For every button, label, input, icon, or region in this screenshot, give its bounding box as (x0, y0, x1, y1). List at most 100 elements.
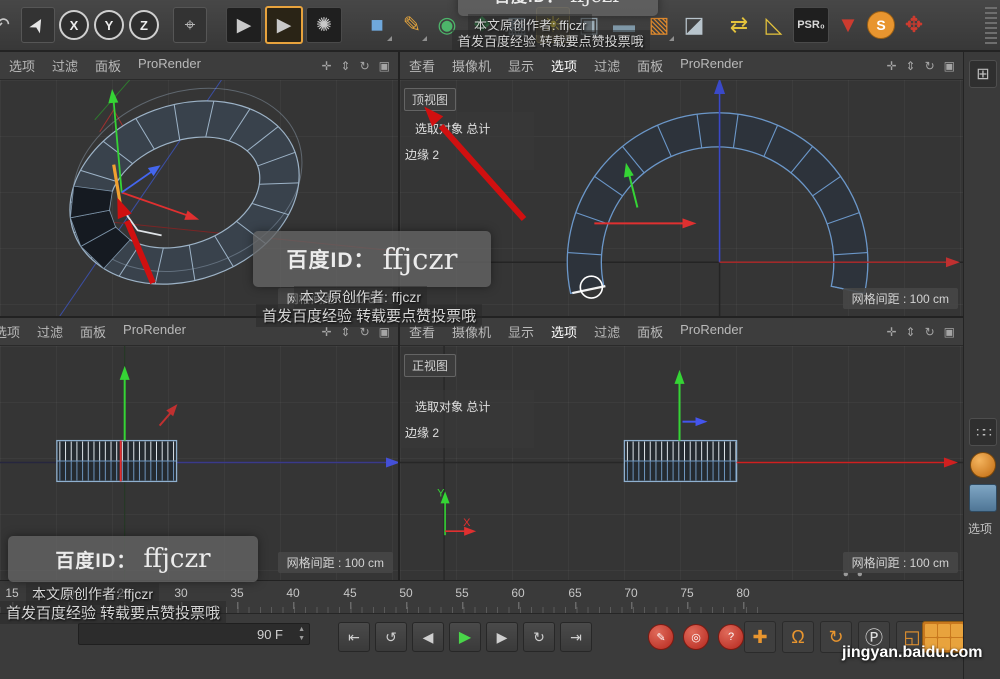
pan-view-icon[interactable]: ✛ (321, 59, 331, 73)
drop-to-floor-icon[interactable]: ▼ (832, 8, 864, 42)
loop-button[interactable]: ↻ (523, 622, 555, 652)
menu-filter[interactable]: 过滤 (52, 56, 78, 75)
tick-65[interactable]: 65 (568, 586, 582, 609)
axis-y-label: Y (437, 487, 445, 499)
keyframe-help-button[interactable]: ? (718, 624, 744, 650)
pan-view-icon[interactable]: ✛ (886, 325, 896, 339)
menu-display[interactable]: 显示 (508, 322, 534, 341)
tick-35[interactable]: 35 (230, 586, 244, 609)
goto-start-button[interactable]: ⇤ (338, 622, 370, 652)
rotate-view-icon[interactable]: ↻ (360, 59, 370, 73)
axis-y-lock-button[interactable]: Y (94, 10, 124, 40)
tick-50[interactable]: 50 (399, 586, 413, 609)
menu-prorender[interactable]: ProRender (680, 322, 743, 341)
render-picture-viewer-icon[interactable]: ▶ (265, 6, 303, 44)
snap-xyz-icon[interactable]: ⇄ (723, 8, 755, 42)
tick-80[interactable]: 80 (736, 586, 750, 609)
toolbar-grip-handle[interactable] (985, 7, 997, 45)
zoom-view-icon[interactable]: ⇕ (906, 59, 916, 73)
workplane-icon[interactable]: ◺ (758, 8, 790, 42)
axis-gizmo (674, 369, 708, 441)
hud-edge-count: 边缘 2 (405, 426, 440, 440)
next-frame-button[interactable]: ▶ (486, 622, 518, 652)
move-tool-button[interactable]: ✚ (744, 621, 776, 653)
maximize-view-icon[interactable]: ▣ (944, 325, 955, 339)
render-settings-icon[interactable]: ✺ (306, 7, 342, 43)
tick-30[interactable]: 30 (174, 586, 188, 609)
tick-55[interactable]: 55 (455, 586, 469, 609)
play-reverse-button[interactable]: ↺ (375, 622, 407, 652)
menu-panel[interactable]: 面板 (637, 322, 663, 341)
menu-display[interactable]: 显示 (508, 56, 534, 75)
tick-70[interactable]: 70 (624, 586, 638, 609)
pen-tool-icon[interactable]: ✎ (396, 8, 428, 42)
goto-end-button[interactable]: ⇥ (560, 622, 592, 652)
menu-panel[interactable]: 面板 (637, 56, 663, 75)
viewport-canvas-front[interactable]: Y X 正视图 选取对象 总计 边缘 2 网格间距 : 100 cm (400, 346, 963, 580)
magnet-tool-button[interactable]: Ω (782, 621, 814, 653)
material-ball-icon[interactable] (970, 452, 996, 478)
frame-stepper[interactable]: ▲ ▼ (298, 625, 305, 643)
menu-options[interactable]: 选项 (551, 56, 577, 75)
stepper-down-icon[interactable]: ▼ (298, 634, 305, 643)
record-keyframe-button[interactable]: ✎ (648, 624, 674, 650)
maximize-view-icon[interactable]: ▣ (944, 59, 955, 73)
axis-z-lock-button[interactable]: Z (129, 10, 159, 40)
frame-range-field[interactable]: 90 F ▲ ▼ (78, 623, 310, 645)
right-panel-strip: ⊞ ∷∷ 选项 (963, 52, 1000, 679)
snap-enable-icon[interactable]: S (867, 11, 895, 39)
viewport-front: 查看 摄像机 显示 选项 过滤 面板 ProRender ✛ ⇕ ↻ ▣ Y X… (400, 318, 963, 580)
axis-x-lock-button[interactable]: X (59, 10, 89, 40)
tick-45[interactable]: 45 (343, 586, 357, 609)
front-view-drawing: Y X (400, 346, 963, 580)
psr-zero-icon[interactable]: PSR₀ (793, 7, 829, 43)
rotate-view-icon[interactable]: ↻ (925, 59, 935, 73)
watermark-id-prefix: 百度ID： (55, 550, 137, 572)
watermark-site-url: jingyan.baidu.com (842, 644, 983, 661)
menu-options[interactable]: 选项 (551, 322, 577, 341)
menu-panel[interactable]: 面板 (95, 56, 121, 75)
watermark-id-prefix: 百度ID： (494, 0, 563, 7)
menu-filter[interactable]: 过滤 (37, 322, 63, 341)
tick-60[interactable]: 60 (511, 586, 525, 609)
menu-options[interactable]: 选项 (0, 322, 20, 341)
grid-spacing-label: 网格间距 : 100 cm (277, 552, 393, 573)
add-cube-icon[interactable]: ■ (361, 8, 393, 42)
menu-filter[interactable]: 过滤 (594, 56, 620, 75)
menu-view[interactable]: 查看 (409, 56, 435, 75)
render-view-icon[interactable]: ▶ (226, 7, 262, 43)
rotate-view-icon[interactable]: ↻ (925, 325, 935, 339)
pan-view-icon[interactable]: ✛ (886, 59, 896, 73)
menu-panel[interactable]: 面板 (80, 322, 106, 341)
zoom-view-icon[interactable]: ⇕ (906, 325, 916, 339)
autokey-button[interactable]: ◎ (683, 624, 709, 650)
hud-selection-header: 选取对象 总计 (415, 122, 491, 136)
maximize-view-icon[interactable]: ▣ (379, 59, 390, 73)
grid-spacing-label: 网格间距 : 100 cm (842, 288, 958, 309)
menu-filter[interactable]: 过滤 (594, 322, 620, 341)
layout-tile-icon[interactable] (969, 484, 997, 512)
menu-options[interactable]: 选项 (9, 56, 35, 75)
coord-system-icon[interactable]: ⌖ (173, 7, 207, 43)
menu-prorender[interactable]: ProRender (680, 56, 743, 75)
play-button[interactable]: ▶ (449, 622, 481, 652)
panel-plus-icon[interactable]: ⊞ (969, 60, 997, 88)
view-label-top: 顶视图 (404, 88, 457, 111)
tick-15[interactable]: 15 (5, 586, 19, 609)
menu-prorender[interactable]: ProRender (138, 56, 201, 75)
display-tag-icon[interactable]: ◪ (678, 8, 710, 42)
grip-dots-icon[interactable]: ∷∷ (969, 418, 997, 446)
menu-camera[interactable]: 摄像机 (452, 56, 491, 75)
watermark-promo-line: 首发百度经验 转载要点赞投票哦 (0, 601, 227, 624)
prev-frame-button[interactable]: ◀ (412, 622, 444, 652)
menu-prorender[interactable]: ProRender (123, 322, 186, 341)
tick-75[interactable]: 75 (680, 586, 694, 609)
select-tool-icon[interactable]: ➤ (21, 7, 55, 43)
undo-icon[interactable]: ↶ (0, 8, 18, 42)
zoom-view-icon[interactable]: ⇕ (341, 59, 351, 73)
stepper-up-icon[interactable]: ▲ (298, 625, 305, 634)
selection-hud: 选取对象 总计 边缘 2 (400, 112, 534, 170)
axis-modify-icon[interactable]: ✥ (898, 8, 930, 42)
tick-40[interactable]: 40 (286, 586, 300, 609)
watermark-id-value: ffjczr (382, 242, 458, 276)
